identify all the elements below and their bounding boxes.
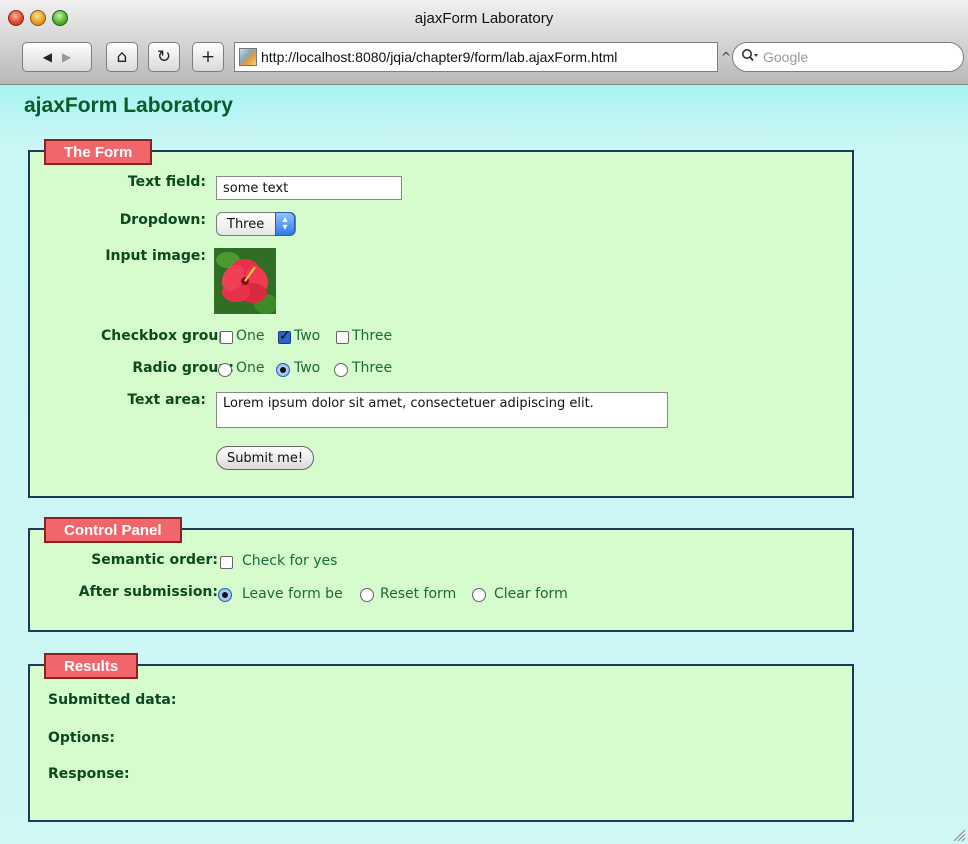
title-bar: ajaxForm Laboratory ◀ ▶ ⌂ ↻ + http://loc… xyxy=(0,0,968,85)
radio-two-label[interactable]: Two xyxy=(294,360,320,376)
back-forward-buttons[interactable]: ◀ ▶ xyxy=(22,42,92,72)
response-label: Response: xyxy=(48,766,130,782)
options-label: Options: xyxy=(48,730,115,746)
search-field[interactable]: Google xyxy=(732,42,964,72)
radio-one[interactable] xyxy=(218,363,232,377)
radio-one-label[interactable]: One xyxy=(236,360,265,376)
resize-handle-icon[interactable] xyxy=(952,828,966,842)
select-arrows-icon: ▴ ▾ xyxy=(275,212,295,236)
control-panel-legend: Control Panel xyxy=(44,517,182,543)
submit-button[interactable]: Submit me! xyxy=(216,446,314,470)
leave-form-radio[interactable] xyxy=(218,588,232,602)
leave-form-label[interactable]: Leave form be xyxy=(242,586,343,602)
control-panel-fieldset: Control Panel Semantic order: Check for … xyxy=(28,517,854,632)
checkbox-one-label[interactable]: One xyxy=(236,328,265,344)
results-legend: Results xyxy=(44,653,139,679)
page-title: ajaxForm Laboratory xyxy=(24,94,233,117)
results-fieldset: Results Submitted data: Options: Respons… xyxy=(28,653,854,822)
url-text[interactable]: http://localhost:8080/jqia/chapter9/form… xyxy=(261,49,617,65)
address-bar[interactable]: http://localhost:8080/jqia/chapter9/form… xyxy=(234,42,718,72)
home-icon: ⌂ xyxy=(116,47,128,67)
checkbox-three[interactable] xyxy=(336,331,349,344)
reset-form-label[interactable]: Reset form xyxy=(380,586,456,602)
input-image-label: Input image: xyxy=(105,248,206,264)
reload-icon: ↻ xyxy=(156,47,172,67)
text-area-label: Text area: xyxy=(127,392,206,408)
clear-form-label[interactable]: Clear form xyxy=(494,586,568,602)
plus-icon: + xyxy=(200,47,216,67)
checkbox-two[interactable] xyxy=(278,328,291,344)
radio-two[interactable] xyxy=(276,363,290,377)
checkbox-two-label[interactable]: Two xyxy=(294,328,320,344)
radio-three-label[interactable]: Three xyxy=(352,360,392,376)
reload-button[interactable]: ↻ xyxy=(148,42,180,72)
snapback-icon[interactable]: ^ xyxy=(719,44,733,70)
window-title: ajaxForm Laboratory xyxy=(414,10,554,27)
dropdown-selected-value: Three xyxy=(227,216,265,232)
reset-form-radio[interactable] xyxy=(360,588,374,602)
home-button[interactable]: ⌂ xyxy=(106,42,138,72)
semantic-order-checkbox-label[interactable]: Check for yes xyxy=(242,553,337,569)
submitted-data-label: Submitted data: xyxy=(48,692,177,708)
search-placeholder: Google xyxy=(763,49,809,65)
the-form-fieldset: The Form Text field: Dropdown: Three ▴▾ … xyxy=(28,139,854,498)
semantic-order-label: Semantic order: xyxy=(91,552,218,568)
dropdown-select[interactable]: Three ▴ ▾ xyxy=(216,212,296,236)
search-icon xyxy=(741,48,759,66)
semantic-order-checkbox[interactable] xyxy=(220,556,233,569)
text-field-label: Text field: xyxy=(127,174,206,190)
text-field-input[interactable] xyxy=(216,176,402,200)
clear-form-radio[interactable] xyxy=(472,588,486,602)
text-area-input[interactable]: Lorem ipsum dolor sit amet, consectetuer… xyxy=(216,392,668,428)
dropdown-label: Dropdown: xyxy=(119,212,206,228)
add-bookmark-button[interactable]: + xyxy=(192,42,224,72)
checkbox-one[interactable] xyxy=(220,331,233,344)
favicon-icon xyxy=(239,48,257,66)
browser-window: ajaxForm Laboratory ◀ ▶ ⌂ ↻ + http://loc… xyxy=(0,0,968,844)
checkbox-group-label: Checkbox group: xyxy=(100,328,234,344)
after-submission-label: After submission: xyxy=(78,584,218,600)
hibiscus-image-input[interactable] xyxy=(214,248,276,314)
radio-three[interactable] xyxy=(334,363,348,377)
the-form-legend: The Form xyxy=(44,139,153,165)
checkbox-three-label[interactable]: Three xyxy=(352,328,392,344)
back-arrow-icon[interactable]: ◀ xyxy=(43,50,52,64)
forward-arrow-icon[interactable]: ▶ xyxy=(62,50,71,64)
